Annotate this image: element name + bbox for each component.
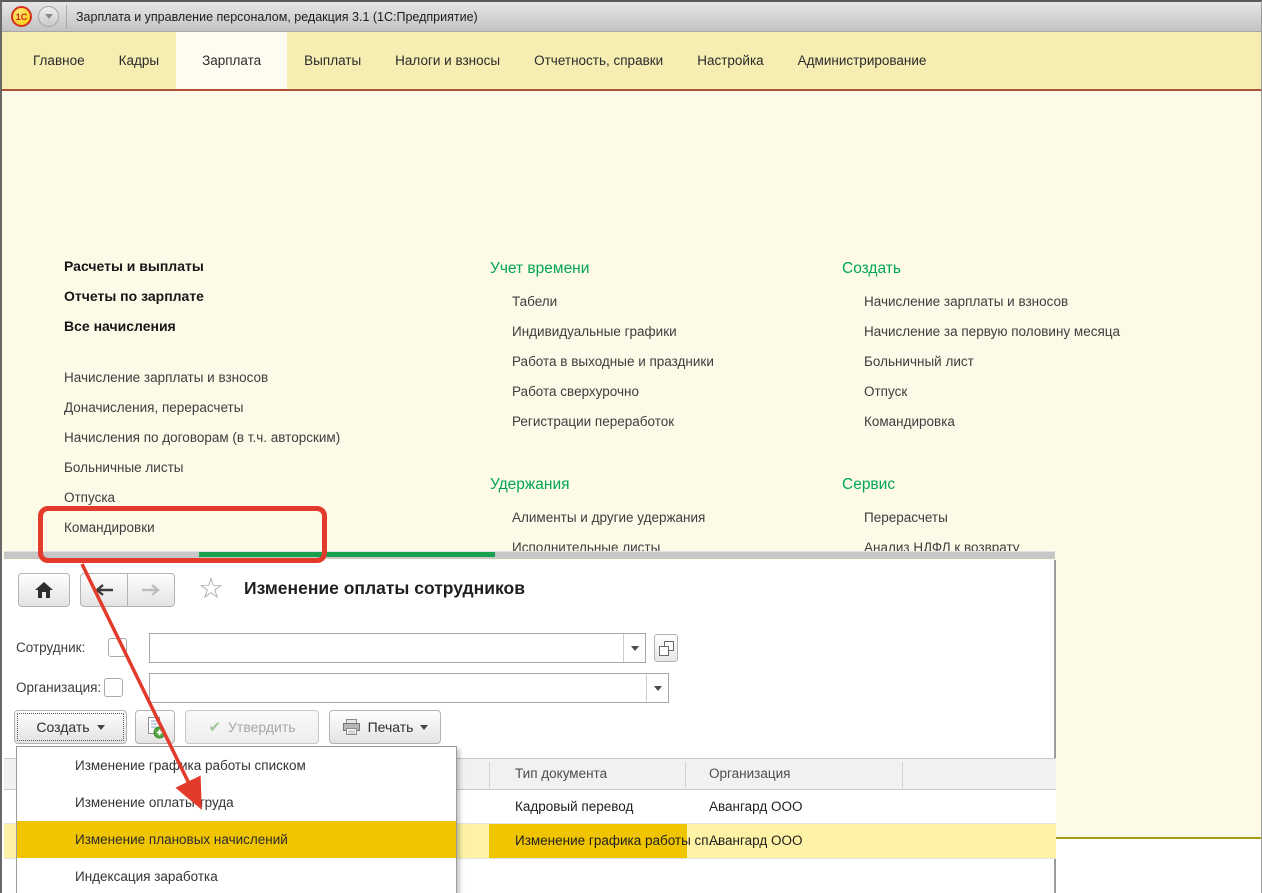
horizontal-scrollbar[interactable] [4, 551, 1055, 559]
arrow-left-icon [93, 583, 115, 597]
chevron-down-icon [45, 14, 53, 23]
new-document-icon [145, 716, 166, 739]
menu-link[interactable]: Перерасчеты [864, 503, 1262, 533]
menu-link[interactable]: Регистрации переработок [512, 407, 835, 437]
arrow-right-icon [140, 583, 162, 597]
menu-link[interactable]: Отпуска [64, 483, 464, 513]
organization-label: Организация: [16, 678, 101, 698]
printer-icon [342, 718, 361, 736]
employee-open-button[interactable] [654, 634, 678, 662]
menu-link[interactable]: Все начисления [64, 311, 464, 341]
tab-administrirovanie[interactable]: Администрирование [781, 32, 944, 89]
menu-link[interactable]: Начисление зарплаты и взносов [864, 287, 1262, 317]
column-divider [902, 762, 903, 788]
back-button[interactable] [80, 573, 128, 607]
print-button-label: Печать [368, 719, 414, 735]
menu-link[interactable]: Начисления по договорам (в т.ч. авторски… [64, 423, 464, 453]
menu-item-izmenenie-oplaty-truda[interactable]: Изменение оплаты труда [17, 784, 456, 821]
menu-link[interactable]: Командировки [64, 513, 464, 543]
window-title: Зарплата и управление персоналом, редакц… [76, 2, 478, 32]
cell-organization: Авангард ООО [709, 790, 802, 824]
tab-kadry[interactable]: Кадры [102, 32, 176, 89]
chevron-down-icon [97, 725, 105, 734]
menu-item-izmenenie-planovyh-highlighted[interactable]: Изменение плановых начислений [17, 821, 456, 858]
background-panel-strip [1056, 560, 1262, 837]
forward-button-disabled[interactable] [127, 573, 175, 607]
tab-zarplata-active[interactable]: Зарплата [176, 32, 287, 89]
app-window: 1С Зарплата и управление персоналом, ред… [0, 0, 1262, 893]
menu-section-title[interactable]: Сервис [842, 467, 1262, 503]
tab-nalogi[interactable]: Налоги и взносы [378, 32, 517, 89]
tab-glavnoe[interactable]: Главное [16, 32, 102, 89]
menu-item-izmenenie-grafika[interactable]: Изменение графика работы списком [17, 747, 456, 784]
approve-button-label: Утвердить [228, 719, 296, 735]
cell-organization: Авангард ООО [709, 824, 802, 858]
menu-section-title[interactable]: Учет времени [490, 251, 835, 287]
menu-link[interactable]: Алименты и другие удержания [512, 503, 835, 533]
menu-link[interactable]: Начисление за первую половину месяца [864, 317, 1262, 347]
create-dropdown-menu: Изменение графика работы списком Изменен… [16, 746, 457, 893]
employee-dropdown-button[interactable] [623, 634, 645, 662]
menu-item-indeksaciya[interactable]: Индексация заработка [17, 858, 456, 893]
column-divider [685, 762, 686, 788]
approve-button-disabled[interactable]: ✔ Утвердить [185, 710, 319, 744]
main-menu-button[interactable] [38, 6, 59, 27]
scrollbar-thumb[interactable] [199, 552, 495, 557]
tab-otchetnost[interactable]: Отчетность, справки [517, 32, 680, 89]
home-button[interactable] [18, 573, 70, 607]
menu-link[interactable]: Начисление зарплаты и взносов [64, 363, 464, 393]
column-divider [489, 762, 490, 788]
cell-doc-type: Кадровый перевод [515, 790, 633, 824]
menu-section-title[interactable]: Удержания [490, 467, 835, 503]
menu-link[interactable]: Больничные листы [64, 453, 464, 483]
page-title: Изменение оплаты сотрудников [244, 578, 525, 599]
column-header-doc-type[interactable]: Тип документа [515, 759, 607, 789]
section-functions-panel: Расчеты и выплаты Отчеты по зарплате Все… [2, 91, 1261, 560]
create-copy-button[interactable] [135, 710, 175, 744]
menu-link[interactable]: Табели [512, 287, 835, 317]
menu-link[interactable]: Работа сверхурочно [512, 377, 835, 407]
open-list-icon [658, 640, 675, 657]
1c-logo-icon: 1С [11, 6, 32, 27]
menu-link[interactable]: Командировка [864, 407, 1262, 437]
chevron-down-icon [654, 686, 662, 695]
document-list-form: ☆ Изменение оплаты сотрудников Сотрудник… [4, 560, 1056, 893]
menu-link[interactable]: Работа в выходные и праздники [512, 347, 835, 377]
chevron-down-icon [631, 646, 639, 655]
menu-link[interactable]: Индивидуальные графики [512, 317, 835, 347]
employee-filter-checkbox[interactable] [108, 638, 127, 657]
titlebar-separator [66, 5, 67, 29]
column-header-organization[interactable]: Организация [709, 759, 790, 789]
menu-link[interactable]: Отпуск [864, 377, 1262, 407]
favorites-star-icon[interactable]: ☆ [198, 572, 224, 606]
tab-nastroika[interactable]: Настройка [680, 32, 780, 89]
chevron-down-icon [420, 725, 428, 734]
menu-link[interactable]: Больничный лист [864, 347, 1262, 377]
organization-input[interactable] [149, 673, 669, 703]
employee-label: Сотрудник: [16, 638, 85, 658]
section-tabbar: Главное Кадры Зарплата Выплаты Налоги и … [2, 32, 1261, 89]
menu-link[interactable]: Доначисления, перерасчеты [64, 393, 464, 423]
checkmark-icon: ✔ [208, 718, 221, 736]
organization-dropdown-button[interactable] [646, 674, 668, 702]
create-button-label: Создать [36, 719, 89, 735]
title-bar: 1С Зарплата и управление персоналом, ред… [2, 2, 1261, 32]
menu-link[interactable]: Отчеты по зарплате [64, 281, 464, 311]
home-icon [34, 581, 54, 599]
menu-section-title[interactable]: Создать [842, 251, 1262, 287]
cell-doc-type: Изменение графика работы сп... [515, 824, 720, 858]
tab-vyplaty[interactable]: Выплаты [287, 32, 378, 89]
menu-link[interactable]: Расчеты и выплаты [64, 251, 464, 281]
background-white-corner [1056, 839, 1262, 893]
organization-filter-checkbox[interactable] [104, 678, 123, 697]
print-button[interactable]: Печать [329, 710, 441, 744]
create-button[interactable]: Создать [14, 710, 127, 744]
employee-input[interactable] [149, 633, 646, 663]
